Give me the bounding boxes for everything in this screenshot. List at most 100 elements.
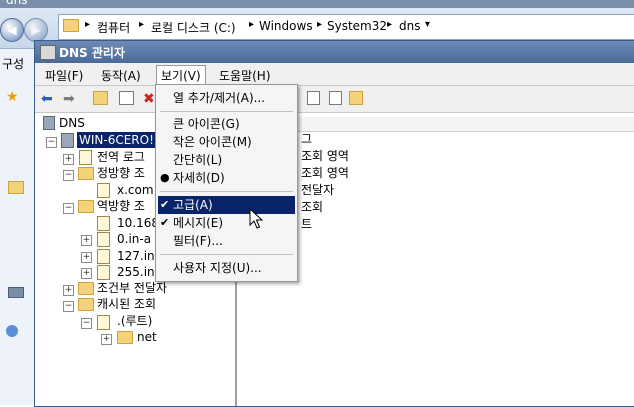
- menu-item-messages[interactable]: ✔ 메시지(E): [158, 214, 295, 232]
- menu-item-details[interactable]: ● 자세히(D): [158, 169, 295, 187]
- forward-icon[interactable]: ➡: [63, 91, 79, 107]
- chevron-down-icon[interactable]: ▾: [425, 19, 430, 30]
- folder-icon: [117, 331, 133, 344]
- zone-icon: [97, 249, 110, 264]
- menu-item-label: 사용자 지정(U)...: [173, 261, 262, 275]
- expand-icon[interactable]: +: [81, 268, 92, 279]
- breadcrumb-dns[interactable]: dns: [399, 19, 420, 33]
- checkmark-icon: ✔: [160, 198, 170, 211]
- menu-item-label: 자세히(D): [173, 171, 225, 185]
- menu-item-customize[interactable]: 사용자 지정(U)...: [158, 259, 295, 277]
- tree-node-reverse-zones[interactable]: 역방향 조: [97, 198, 145, 214]
- computer-icon[interactable]: [8, 287, 24, 298]
- menu-item-small-icons[interactable]: 작은 아이콘(M): [158, 133, 295, 151]
- export-icon[interactable]: [349, 91, 363, 105]
- expand-icon[interactable]: +: [81, 235, 92, 246]
- tree-node-10-168[interactable]: 10.168: [117, 215, 159, 231]
- network-icon[interactable]: [6, 325, 18, 337]
- menu-file[interactable]: 파일(F): [41, 66, 87, 85]
- list-icon[interactable]: [329, 91, 342, 105]
- breadcrumb-local-disk[interactable]: 로컬 디스크 (C:): [151, 19, 236, 36]
- menu-item-label: 메시지(E): [173, 216, 224, 230]
- list-item[interactable]: 조회: [301, 199, 323, 216]
- properties-icon[interactable]: [307, 91, 320, 105]
- breadcrumb-separator-icon: ▸: [85, 19, 91, 30]
- expand-icon[interactable]: +: [63, 154, 74, 165]
- collapse-icon[interactable]: −: [63, 170, 74, 181]
- folder-icon: [63, 19, 79, 32]
- back-icon[interactable]: ◀: [0, 18, 24, 42]
- explorer-title: dns: [6, 0, 28, 7]
- folder-icon: [78, 282, 94, 295]
- menu-item-label: 작은 아이콘(M): [173, 135, 252, 149]
- back-icon[interactable]: ⬅: [41, 91, 57, 107]
- collapse-icon[interactable]: −: [46, 137, 57, 148]
- menu-separator: [160, 191, 293, 192]
- show-hide-tree-icon[interactable]: [119, 91, 134, 105]
- list-item[interactable]: 그: [301, 131, 312, 148]
- tree-node-global-log[interactable]: 전역 로그: [97, 149, 145, 165]
- server-icon: [61, 133, 74, 148]
- menu-separator: [160, 254, 293, 255]
- tree-node-x-com[interactable]: x.com: [117, 182, 154, 198]
- menu-item-filter[interactable]: 필터(F)...: [158, 232, 295, 250]
- zone-icon: [97, 232, 110, 247]
- tree-node-255-in-addr[interactable]: 255.in-: [117, 264, 159, 280]
- tree-node-127-in-addr[interactable]: 127.in-: [117, 248, 159, 264]
- breadcrumb-system32[interactable]: System32: [327, 19, 387, 33]
- tree-root-dns[interactable]: DNS: [59, 115, 85, 131]
- tree-server-node[interactable]: WIN-6CERO!: [77, 132, 156, 148]
- tree-node-root[interactable]: .(루트): [117, 313, 152, 329]
- collapse-icon[interactable]: −: [63, 203, 74, 214]
- favorites-star-icon[interactable]: ★: [6, 89, 19, 105]
- zone-icon: [97, 216, 110, 231]
- organize-label[interactable]: 구성: [2, 55, 24, 72]
- explorer-titlebar: dns: [0, 0, 634, 8]
- forward-icon[interactable]: ▶: [24, 18, 48, 42]
- chevron-right-icon: ▸: [139, 19, 145, 30]
- tree-node-cached-lookups[interactable]: 캐시된 조회: [97, 296, 156, 312]
- explorer-nav-pane: 구성 ★: [0, 49, 35, 405]
- menu-item-list[interactable]: 간단히(L): [158, 151, 295, 169]
- breadcrumb-computer[interactable]: 컴퓨터: [97, 19, 130, 36]
- address-field[interactable]: ▸ 컴퓨터 ▸ 로컬 디스크 (C:) ▸ Windows ▸ System32…: [58, 14, 634, 40]
- menu-separator: [160, 111, 293, 112]
- menu-item-label: 큰 아이콘(G): [173, 117, 240, 131]
- menu-view[interactable]: 보기(V): [156, 65, 206, 86]
- dns-root-icon: [43, 116, 55, 130]
- tree-node-forward-zones[interactable]: 정방향 조: [97, 165, 145, 181]
- menu-bar: 파일(F) 동작(A) 보기(V) 도움말(H): [35, 63, 634, 86]
- chevron-right-icon: ▸: [249, 19, 255, 30]
- zone-icon: [97, 183, 110, 198]
- tree-node-0-in-addr[interactable]: 0.in-a: [117, 231, 151, 247]
- folder-icon: [78, 200, 94, 213]
- global-log-icon: [79, 150, 92, 165]
- expand-icon[interactable]: +: [63, 285, 74, 296]
- folder-icon[interactable]: [8, 181, 24, 194]
- collapse-icon[interactable]: −: [63, 301, 74, 312]
- mouse-cursor-icon: [249, 208, 264, 229]
- list-item[interactable]: 조회 영역: [301, 148, 349, 165]
- menu-help[interactable]: 도움말(H): [215, 66, 275, 85]
- menu-item-large-icons[interactable]: 큰 아이콘(G): [158, 115, 295, 133]
- list-item[interactable]: 트: [301, 216, 312, 233]
- up-folder-icon[interactable]: [93, 91, 108, 105]
- view-dropdown-menu: 열 추가/제거(A)... 큰 아이콘(G) 작은 아이콘(M) 간단히(L) …: [155, 84, 298, 282]
- tree-node-conditional-forwarders[interactable]: 조건부 전달자: [97, 280, 167, 296]
- menu-item-label: 열 추가/제거(A)...: [173, 91, 266, 105]
- menu-item-add-remove-columns[interactable]: 열 추가/제거(A)...: [158, 89, 295, 107]
- list-item[interactable]: 조회 영역: [301, 165, 349, 182]
- expand-icon[interactable]: +: [81, 252, 92, 263]
- dns-manager-window: DNS 관리자 파일(F) 동작(A) 보기(V) 도움말(H) ⬅ ➡ ✖ D…: [34, 40, 634, 407]
- expand-icon[interactable]: +: [101, 334, 112, 345]
- window-titlebar: DNS 관리자: [35, 41, 634, 63]
- folder-icon: [78, 167, 94, 180]
- list-item[interactable]: 전달자: [301, 182, 334, 199]
- tree-node-net[interactable]: net: [137, 329, 157, 345]
- collapse-icon[interactable]: −: [81, 318, 92, 329]
- menu-item-advanced[interactable]: ✔ 고급(A): [158, 196, 295, 214]
- menu-action[interactable]: 동작(A): [97, 66, 145, 85]
- breadcrumb-windows[interactable]: Windows: [259, 19, 313, 33]
- chevron-right-icon: ▸: [387, 19, 393, 30]
- checkmark-icon: ✔: [160, 216, 170, 229]
